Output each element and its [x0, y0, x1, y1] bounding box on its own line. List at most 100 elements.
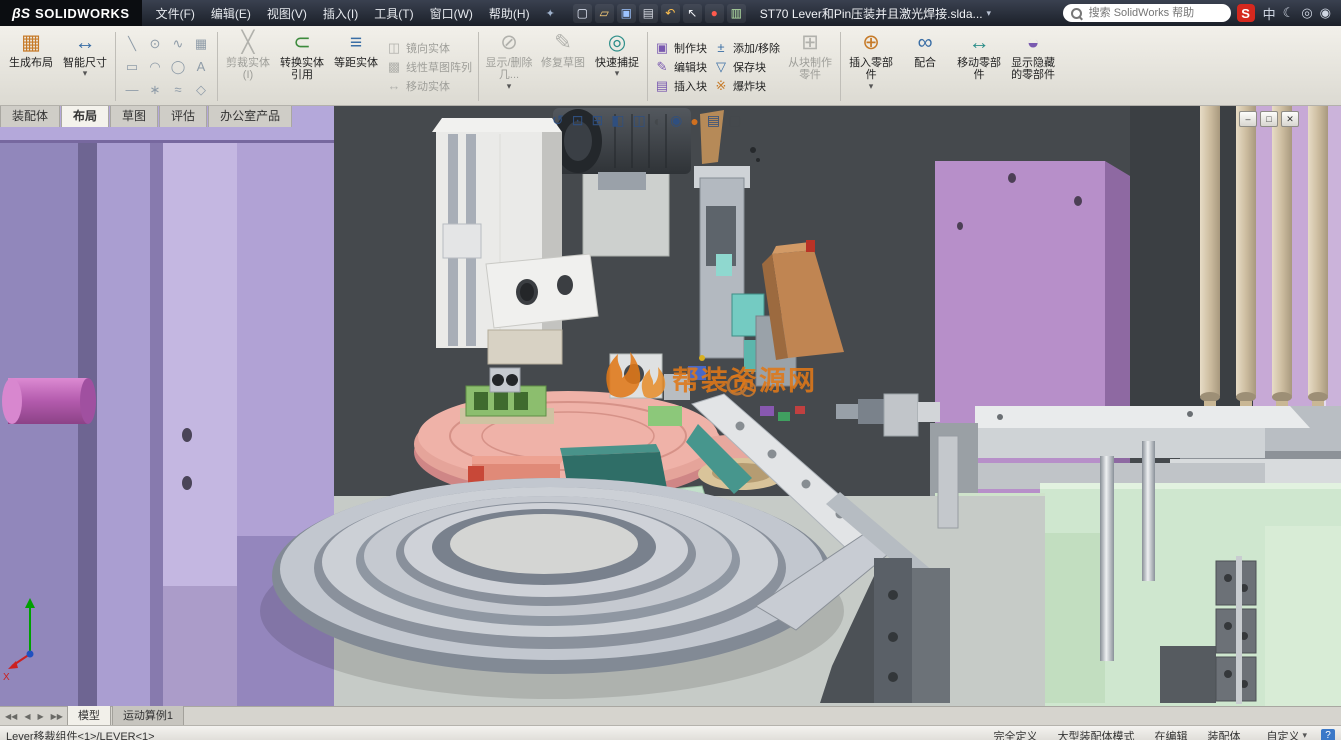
convert-entities-button[interactable]: ⊂ 转换实体引用 [275, 28, 329, 105]
menu-file[interactable]: 文件(F) [148, 2, 203, 25]
pin-icon[interactable]: ✦ [538, 4, 563, 23]
smart-dimension-button[interactable]: ↔ 智能尺寸 ▾ [58, 28, 112, 105]
add-remove-button[interactable]: ± 添加/移除 [713, 40, 780, 56]
status-bar: Lever移裁组件<1>/LEVER<1> 完全定义 大型装配体模式 在编辑 装… [0, 725, 1341, 740]
document-switch-caret-icon[interactable]: ▾ [987, 8, 992, 19]
menu-tools[interactable]: 工具(T) [366, 2, 421, 25]
undo-icon[interactable]: ↶ [661, 4, 680, 23]
nav-first-icon[interactable]: ◀◀ [2, 712, 20, 721]
menu-view[interactable]: 视图(V) [259, 2, 315, 25]
zoom-fit-icon[interactable]: ⊡ [572, 112, 584, 129]
point-icon[interactable]: ∗ [144, 79, 166, 101]
tab-motion-study[interactable]: 运动算例1 [112, 705, 184, 725]
insert-components-caret-icon[interactable]: ▾ [869, 83, 874, 90]
wave-icon[interactable]: ≈ [167, 79, 189, 101]
linear-sketch-pattern-button[interactable]: ▩ 线性草图阵列 [386, 59, 472, 75]
display-delete-relations-button[interactable]: ⊘ 显示/删除几... ▾ [482, 28, 536, 105]
menu-window[interactable]: 窗口(W) [422, 2, 481, 25]
block-tools-column-2: ± 添加/移除 ▽ 保存块 ※ 爆炸块 [710, 28, 783, 105]
viewport-3d[interactable]: 帮装资源网 X 装配体 布局 草图 评估 办公室产品 ↺ ⊡ ⊞ [0, 106, 1341, 706]
restore-icon[interactable]: □ [1260, 111, 1278, 127]
tab-office-products[interactable]: 办公室产品 [208, 106, 292, 127]
camera-icon[interactable]: ▢ [728, 112, 741, 129]
text-icon[interactable]: A [190, 56, 212, 78]
zoom-area-icon[interactable]: ⊞ [591, 112, 603, 129]
quick-snaps-caret-icon[interactable]: ▾ [615, 70, 620, 77]
print-icon[interactable]: ▤ [639, 4, 658, 23]
tab-sketch[interactable]: 草图 [110, 106, 158, 127]
user-icon[interactable]: ◉ [1320, 5, 1331, 21]
solidworks-window: βS SOLIDWORKS 文件(F) 编辑(E) 视图(V) 插入(I) 工具… [0, 0, 1341, 740]
nav-prev-icon[interactable]: ◀ [21, 712, 33, 721]
mate-button[interactable]: ∞ 配合 [898, 28, 952, 105]
save-icon[interactable]: ▣ [617, 4, 636, 23]
menu-insert[interactable]: 插入(I) [315, 2, 366, 25]
spline-icon[interactable]: ∿ [167, 33, 189, 55]
tab-layout[interactable]: 布局 [61, 106, 109, 127]
insert-block-button[interactable]: ▤ 插入块 [654, 78, 707, 94]
section-view-icon[interactable]: ◧ [611, 112, 624, 129]
offset-entities-button[interactable]: ≡ 等距实体 [329, 28, 383, 105]
explode-block-icon: ※ [713, 78, 729, 94]
sw-badge-icon[interactable]: S [1237, 4, 1255, 22]
quick-snaps-button[interactable]: ◎ 快速捕捉 ▾ [590, 28, 644, 105]
centerline-icon[interactable]: — [121, 79, 143, 101]
ellipse-icon[interactable]: ◯ [167, 56, 189, 78]
triad-x-label: X [3, 672, 10, 683]
save-block-button[interactable]: ▽ 保存块 [713, 59, 780, 75]
display-style-icon[interactable]: ◐ [654, 113, 662, 129]
line-icon[interactable]: ╲ [121, 33, 143, 55]
explode-block-button[interactable]: ※ 爆炸块 [713, 78, 780, 94]
assembly-scene[interactable]: 帮装资源网 X [0, 106, 1341, 706]
menu-edit[interactable]: 编辑(E) [203, 2, 259, 25]
rectangle-icon[interactable]: ▭ [121, 56, 143, 78]
make-part-from-block-icon: ⊞ [801, 31, 819, 56]
select-arrow-icon[interactable]: ↖ [683, 4, 702, 23]
night-mode-icon[interactable]: ☾ [1283, 5, 1295, 21]
language-icon[interactable]: 中 [1263, 4, 1276, 23]
customize-menu[interactable]: 自定义 ▾ [1266, 728, 1307, 740]
show-hidden-components-icon: ◒ [1027, 31, 1040, 56]
make-block-button[interactable]: ▣ 制作块 [654, 40, 707, 56]
red-pin[interactable] [806, 240, 815, 252]
nav-next-icon[interactable]: ▶ [34, 712, 46, 721]
previous-view-icon[interactable]: ↺ [552, 112, 564, 129]
arc-icon[interactable]: ◠ [144, 56, 166, 78]
hide-show-icon[interactable]: ◉ [670, 112, 682, 129]
insert-components-button[interactable]: ⊕ 插入零部件 ▾ [844, 28, 898, 105]
new-doc-icon[interactable]: ▢ [573, 4, 592, 23]
repair-sketch-button[interactable]: ✎ 修复草图 [536, 28, 590, 105]
edit-block-button[interactable]: ✎ 编辑块 [654, 59, 707, 75]
grid-icon[interactable]: ▦ [190, 33, 212, 55]
smart-dimension-caret-icon[interactable]: ▾ [83, 70, 88, 77]
tab-evaluate[interactable]: 评估 [159, 106, 207, 127]
menu-help[interactable]: 帮助(H) [481, 2, 538, 25]
commandmanager-tabs: 装配体 布局 草图 评估 办公室产品 [0, 106, 293, 127]
close-icon[interactable]: ✕ [1281, 111, 1299, 127]
search-input[interactable] [1087, 6, 1203, 20]
help-icon[interactable]: ? [1321, 729, 1335, 740]
display-delete-caret-icon[interactable]: ▾ [507, 83, 512, 90]
tab-model[interactable]: 模型 [67, 705, 111, 725]
nav-last-icon[interactable]: ▶▶ [48, 712, 66, 721]
clipboard-icon[interactable]: ▥ [727, 4, 746, 23]
generate-layout-icon: ▦ [21, 31, 41, 56]
minimize-icon[interactable]: – [1239, 111, 1257, 127]
sphere-icon[interactable]: ◎ [1301, 5, 1312, 21]
rebuild-icon[interactable]: ● [705, 4, 724, 23]
generate-layout-button[interactable]: ▦ 生成布局 [4, 28, 58, 105]
open-icon[interactable]: ▱ [595, 4, 614, 23]
mirror-entities-button[interactable]: ◫ 镜向实体 [386, 40, 472, 56]
view-orientation-icon[interactable]: ◫ [632, 112, 645, 129]
polygon-icon[interactable]: ◇ [190, 79, 212, 101]
circle-icon[interactable]: ⊙ [144, 33, 166, 55]
move-component-button[interactable]: ↔ 移动零部件 [952, 28, 1006, 105]
make-part-from-block-button[interactable]: ⊞ 从块制作零件 [783, 28, 837, 105]
show-hidden-components-button[interactable]: ◒ 显示隐藏的零部件 [1006, 28, 1060, 105]
tab-assembly[interactable]: 装配体 [0, 106, 60, 127]
scene-icon[interactable]: ▤ [707, 112, 720, 129]
appearance-icon[interactable]: ● [690, 113, 698, 129]
trim-entities-button[interactable]: ╳ 剪裁实体(I) [221, 28, 275, 105]
trim-entities-icon: ╳ [242, 31, 255, 56]
move-entities-button[interactable]: ↔ 移动实体 [386, 78, 472, 94]
